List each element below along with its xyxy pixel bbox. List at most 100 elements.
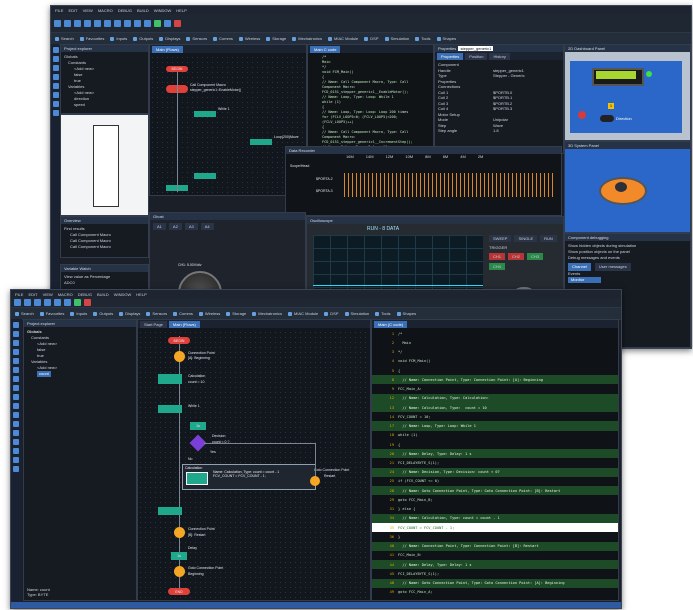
ribbon-comms[interactable]: Comms — [173, 311, 193, 316]
flow-connection-point-b[interactable] — [174, 527, 185, 538]
menu-file[interactable]: FILE — [15, 292, 23, 297]
flow-inner-loop[interactable] — [250, 139, 272, 145]
ch3-button[interactable]: CH3 — [527, 253, 544, 260]
code-line-row[interactable]: 49 goto FCC_Main_A; — [372, 588, 618, 597]
ribbon-shapes[interactable]: Shapes — [396, 311, 416, 316]
side-tool-icon[interactable] — [53, 101, 59, 107]
save-icon[interactable] — [34, 299, 41, 306]
print-icon[interactable] — [44, 299, 51, 306]
ribbon-tools[interactable]: Tools — [375, 311, 391, 316]
ribbon-favourites[interactable]: Favourites — [39, 311, 64, 316]
debug-option-checkbox[interactable]: Debug messages and events — [568, 255, 687, 261]
tab-properties[interactable]: Properties — [437, 53, 464, 60]
property-row[interactable]: Step angle 1.8 — [438, 128, 560, 134]
ribbon-dsp[interactable]: DSP — [324, 311, 339, 316]
ribbon-simulation[interactable]: Simulation — [344, 311, 369, 316]
code-comment-row[interactable]: 40 // Name: Connection Point, Type: Conn… — [372, 541, 618, 551]
property-value[interactable]: $PORTB.3 — [493, 106, 512, 112]
menu-edit[interactable]: EDIT — [28, 292, 37, 297]
menu-debug[interactable]: DEBUG — [118, 8, 132, 13]
flow-loop[interactable] — [158, 405, 182, 413]
ribbon-storage[interactable]: Storage — [266, 36, 286, 41]
flow-loop-end[interactable] — [158, 507, 182, 515]
ribbon-sensors[interactable]: Sensors — [186, 36, 207, 41]
flow-goto-restart[interactable] — [310, 476, 320, 486]
undo-icon[interactable] — [54, 299, 61, 306]
find-result-item[interactable]: Call Component Macro — [64, 244, 145, 250]
side-tool-icon[interactable] — [13, 340, 19, 346]
side-tool-icon[interactable] — [53, 92, 59, 98]
redo-icon[interactable] — [134, 19, 141, 27]
side-tool-icon[interactable] — [13, 385, 19, 391]
undo-icon[interactable] — [124, 19, 131, 27]
ribbon-tools[interactable]: Tools — [415, 36, 431, 41]
ribbon-sensors[interactable]: Sensors — [146, 311, 167, 316]
ribbon-miac[interactable]: MIAC Module — [328, 36, 358, 41]
code-line-row[interactable]: 36} — [372, 532, 618, 541]
copy-icon[interactable] — [104, 19, 111, 27]
side-tool-icon[interactable] — [13, 322, 19, 328]
ribbon-favourites[interactable]: Favourites — [79, 36, 104, 41]
tab-position[interactable]: Position — [465, 53, 488, 60]
code-line-row[interactable]: 5{ — [372, 366, 618, 375]
code-comment-row[interactable]: 34 // Name: Calculation, Type: count = c… — [372, 513, 618, 524]
zoom-icon[interactable] — [144, 19, 151, 27]
save-icon[interactable] — [74, 19, 81, 27]
menu-macro[interactable]: MACRO — [98, 8, 113, 13]
menu-view[interactable]: VIEW — [43, 292, 53, 297]
tab-main-c-code[interactable]: Main (C code) — [374, 321, 408, 328]
code-line-row[interactable]: 31} else { — [372, 505, 618, 514]
event-item[interactable]: Monitor — [568, 277, 601, 283]
side-tool-icon[interactable] — [13, 466, 19, 472]
print-icon[interactable] — [84, 19, 91, 27]
pause-icon[interactable] — [164, 19, 171, 27]
flow-calculation[interactable] — [158, 374, 182, 384]
sweep-button[interactable]: SWEEP — [489, 235, 512, 242]
watch-row[interactable]: ADC0 — [64, 280, 145, 286]
code-line-row[interactable]: 41 FCC_Main_B: — [372, 551, 618, 560]
flow-delay[interactable]: 1s — [190, 422, 206, 430]
ribbon-mechatronics[interactable]: Mechatronics — [252, 311, 282, 316]
ribbon-wireless[interactable]: Wireless — [238, 36, 260, 41]
ribbon-displays[interactable]: Displays — [119, 311, 140, 316]
flow-loop-block[interactable] — [194, 111, 216, 117]
menu-window[interactable]: WINDOW — [114, 292, 132, 297]
run-button[interactable]: RUN — [540, 235, 557, 242]
property-value[interactable]: 1.8 — [493, 128, 499, 134]
play-icon[interactable] — [154, 19, 161, 27]
side-tool-icon[interactable] — [13, 358, 19, 364]
ribbon-wireless[interactable]: Wireless — [198, 311, 220, 316]
ribbon-outputs[interactable]: Outputs — [93, 311, 113, 316]
menu-build[interactable]: BUILD — [97, 292, 109, 297]
side-tool-icon[interactable] — [13, 367, 19, 373]
code-comment-row[interactable]: 24 // Name: Decision, Type: Decision: co… — [372, 467, 618, 477]
stop-icon[interactable] — [174, 19, 181, 27]
side-tool-icon[interactable] — [53, 83, 59, 89]
side-tool-icon[interactable] — [13, 403, 19, 409]
flow-delay-block[interactable] — [194, 173, 216, 179]
side-tool-icon[interactable] — [13, 394, 19, 400]
flow-calc-selected[interactable] — [186, 472, 208, 485]
redo-icon[interactable] — [64, 299, 71, 306]
tab-main-c-code[interactable]: Main C code — [310, 46, 341, 53]
side-tool-icon[interactable] — [13, 412, 19, 418]
code-line-row[interactable]: 45 FCI_DELAYBYTE_S(1); — [372, 569, 618, 578]
code-line-row[interactable]: 4 void FCM_Main() — [372, 357, 618, 366]
side-tool-icon[interactable] — [53, 47, 59, 53]
side-tool-icon[interactable] — [53, 65, 59, 71]
side-tool-icon[interactable] — [13, 457, 19, 463]
play-icon[interactable] — [74, 299, 81, 306]
side-tool-icon[interactable] — [53, 74, 59, 80]
menu-debug[interactable]: DEBUG — [78, 292, 92, 297]
flow-goto-beginning[interactable] — [174, 566, 185, 577]
code-comment-row[interactable]: 8 // Name: Connection Point, Type: Conne… — [372, 375, 618, 385]
ribbon-outputs[interactable]: Outputs — [133, 36, 153, 41]
tree-item-selected[interactable]: count — [37, 371, 51, 377]
side-tool-icon[interactable] — [13, 349, 19, 355]
ribbon-simulation[interactable]: Simulation — [384, 36, 409, 41]
flow-delay-2[interactable]: 1s — [171, 552, 187, 560]
side-tool-icon[interactable] — [13, 439, 19, 445]
push-button[interactable] — [578, 111, 586, 119]
tab-start-page[interactable]: Start Page — [140, 321, 167, 328]
ribbon-search[interactable]: Search — [15, 311, 34, 316]
